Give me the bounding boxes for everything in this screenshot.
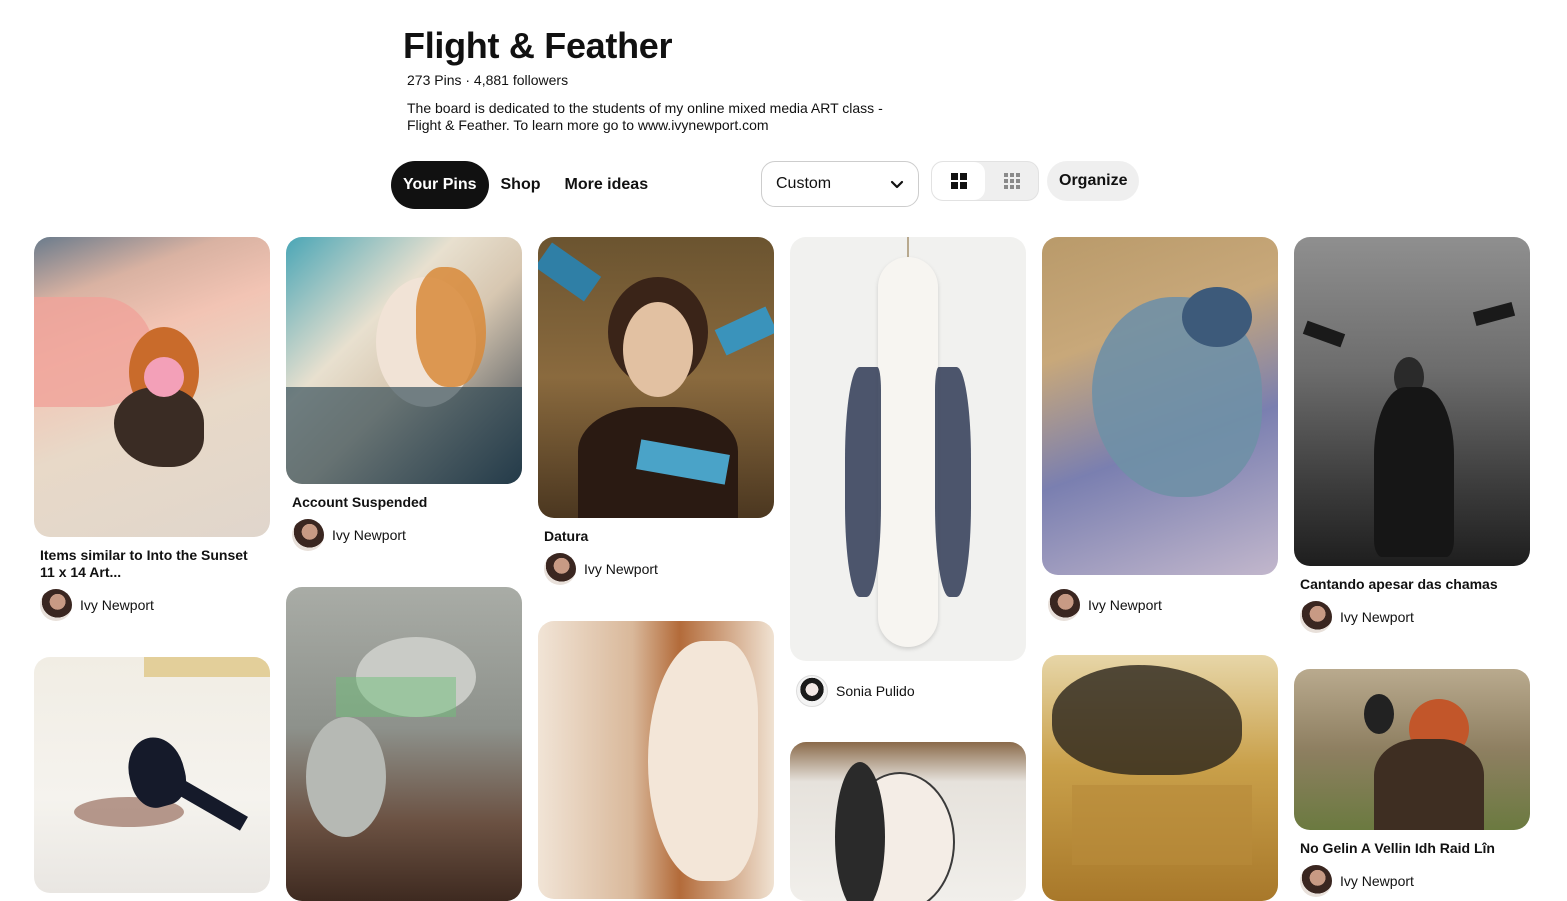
author-name: Ivy Newport xyxy=(1088,597,1162,613)
tab-more-ideas[interactable]: More ideas xyxy=(553,161,661,209)
pin-author[interactable]: Ivy Newport xyxy=(40,589,270,621)
grid-large-icon xyxy=(950,173,967,189)
pin-image[interactable] xyxy=(286,587,522,901)
pin-image[interactable] xyxy=(34,657,270,893)
default-grid-button[interactable] xyxy=(932,162,985,200)
chevron-down-icon xyxy=(890,180,904,189)
avatar xyxy=(40,589,72,621)
pin-card[interactable] xyxy=(1042,655,1278,901)
tab-your-pins[interactable]: Your Pins xyxy=(391,161,489,209)
pin-card[interactable]: No Gelin A Vellin Idh Raid Lîn Ivy Newpo… xyxy=(1294,669,1530,897)
pin-card[interactable]: Cantando apesar das chamas Ivy Newport xyxy=(1294,237,1530,633)
avatar xyxy=(1048,589,1080,621)
organize-button[interactable]: Organize xyxy=(1047,161,1140,201)
pin-title[interactable]: Account Suspended xyxy=(292,494,516,511)
pin-image[interactable] xyxy=(790,237,1026,661)
pin-author[interactable]: Sonia Pulido xyxy=(796,675,1026,707)
pin-author[interactable]: Ivy Newport xyxy=(544,553,774,585)
pin-title[interactable]: Cantando apesar das chamas xyxy=(1300,576,1524,593)
pin-image[interactable] xyxy=(1294,669,1530,830)
pin-image[interactable] xyxy=(1294,237,1530,566)
pin-card[interactable]: Items similar to Into the Sunset 11 x 14… xyxy=(34,237,270,621)
board-title: Flight & Feather xyxy=(403,25,673,66)
pin-card[interactable] xyxy=(286,587,522,901)
board-stats: 273 Pins · 4,881 followers xyxy=(407,72,569,88)
pin-card[interactable] xyxy=(34,657,270,893)
pin-title[interactable]: Datura xyxy=(544,528,768,545)
pin-image[interactable] xyxy=(538,237,774,518)
pin-title[interactable]: No Gelin A Vellin Idh Raid Lîn xyxy=(1300,840,1524,857)
pin-author[interactable]: Ivy Newport xyxy=(1300,601,1530,633)
author-name: Ivy Newport xyxy=(1340,873,1414,889)
pin-card[interactable] xyxy=(538,621,774,899)
sort-selected-label: Custom xyxy=(776,175,832,192)
pin-author[interactable]: Ivy Newport xyxy=(1048,589,1278,621)
pin-image[interactable] xyxy=(538,621,774,899)
pin-card[interactable] xyxy=(790,742,1026,901)
pin-card[interactable]: Account Suspended Ivy Newport xyxy=(286,237,522,551)
author-name: Ivy Newport xyxy=(332,527,406,543)
pin-image[interactable] xyxy=(790,742,1026,901)
author-name: Ivy Newport xyxy=(584,561,658,577)
author-name: Ivy Newport xyxy=(80,597,154,613)
avatar xyxy=(1300,601,1332,633)
sort-dropdown[interactable]: Custom xyxy=(761,161,919,207)
pin-image[interactable] xyxy=(34,237,270,537)
author-name: Ivy Newport xyxy=(1340,609,1414,625)
board-tabs: Your Pins Shop More ideas xyxy=(391,161,660,209)
pin-title[interactable]: Items similar to Into the Sunset 11 x 14… xyxy=(40,547,264,581)
pin-author[interactable]: Ivy Newport xyxy=(292,519,522,551)
pin-card[interactable]: Sonia Pulido xyxy=(790,237,1026,707)
grid-compact-icon xyxy=(1003,173,1020,189)
avatar xyxy=(1300,865,1332,897)
compact-grid-button[interactable] xyxy=(985,162,1038,200)
board-description: The board is dedicated to the students o… xyxy=(407,100,883,133)
author-name: Sonia Pulido xyxy=(836,683,915,699)
pin-image[interactable] xyxy=(286,237,522,484)
board-header: Flight & Feather 273 Pins · 4,881 follow… xyxy=(403,24,963,134)
tab-shop[interactable]: Shop xyxy=(489,161,553,209)
avatar xyxy=(292,519,324,551)
pin-author[interactable]: Ivy Newport xyxy=(1300,865,1530,897)
layout-toggle xyxy=(931,161,1039,201)
pin-image[interactable] xyxy=(1042,655,1278,901)
pin-card[interactable]: Datura Ivy Newport xyxy=(538,237,774,585)
pin-image[interactable] xyxy=(1042,237,1278,575)
avatar xyxy=(796,675,828,707)
avatar xyxy=(544,553,576,585)
pin-card[interactable]: Ivy Newport xyxy=(1042,237,1278,621)
